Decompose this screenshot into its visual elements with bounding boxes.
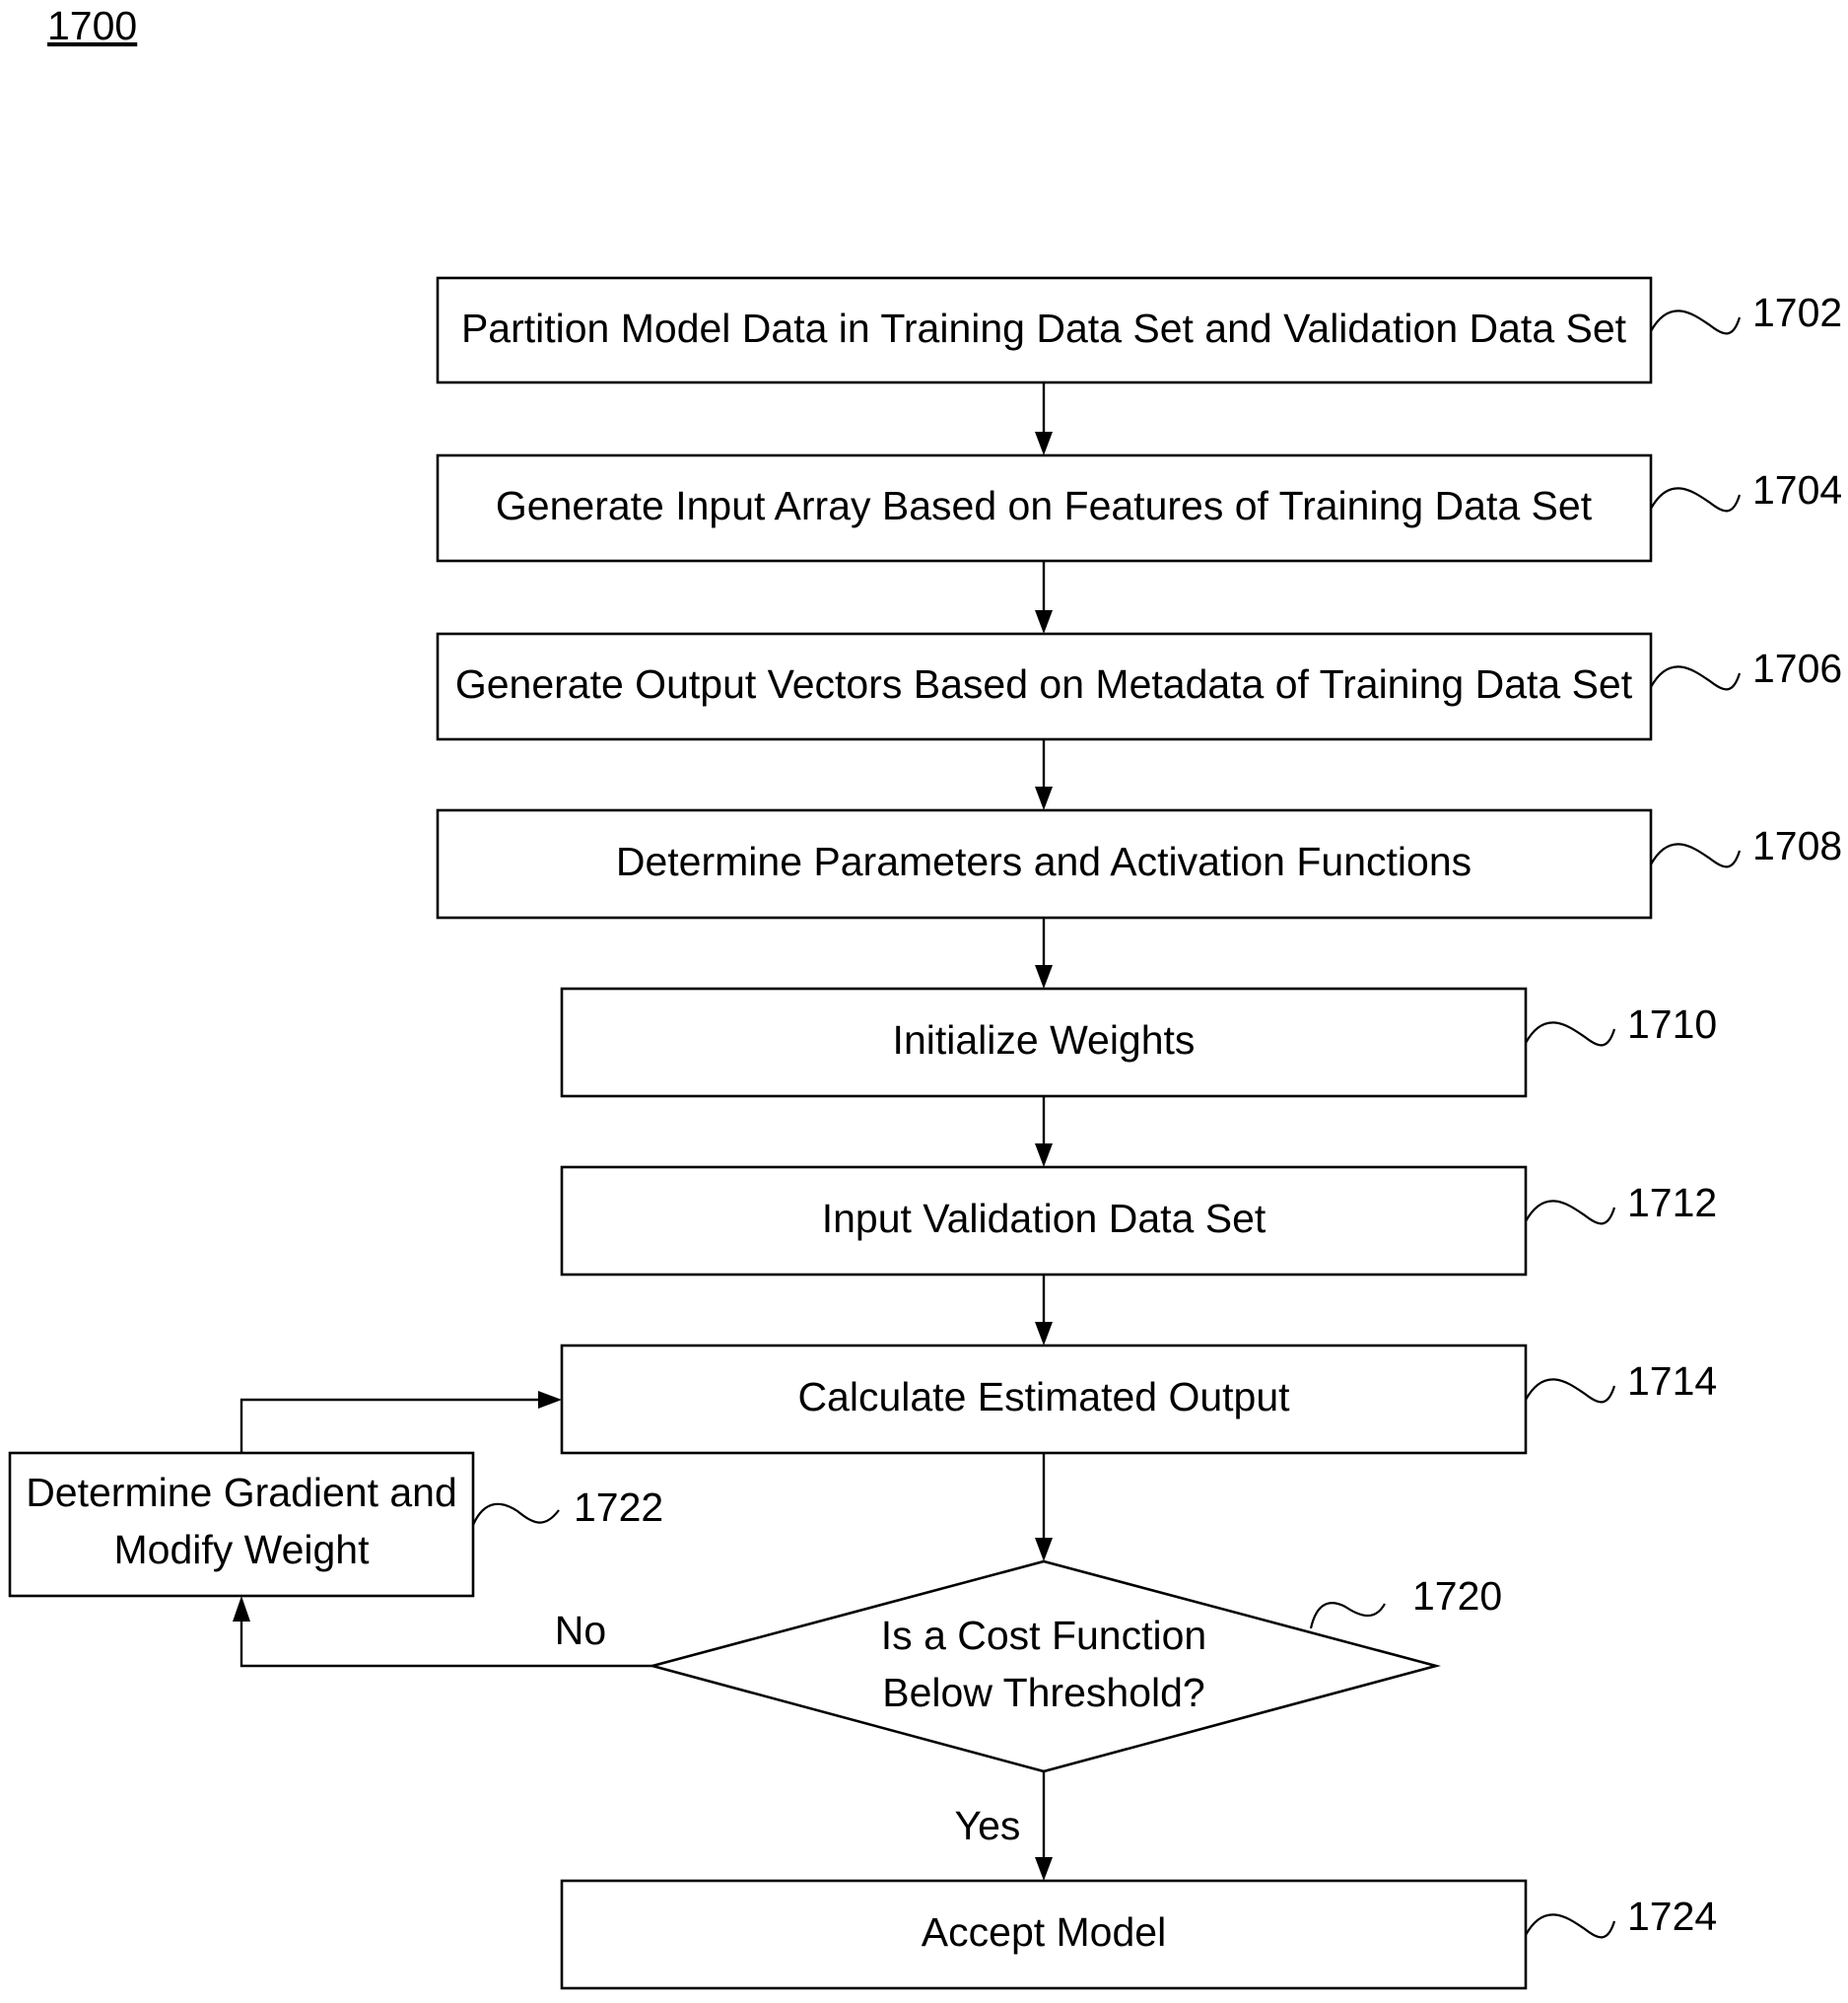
arrow-down-icon <box>1035 1143 1053 1167</box>
step-text: Accept Model <box>922 1909 1166 1955</box>
step-1704: Generate Input Array Based on Features o… <box>436 453 1842 563</box>
step-text: Generate Output Vectors Based on Metadat… <box>455 661 1633 707</box>
arrow-down-icon <box>1035 1857 1053 1881</box>
connector-loop-back <box>240 1398 540 1453</box>
decision-text-line2: Below Threshold? <box>882 1670 1204 1715</box>
reference-number: 1722 <box>574 1485 663 1530</box>
arrow-down-icon <box>1035 1322 1053 1346</box>
step-1724: Accept Model 1724 <box>560 1879 1717 1990</box>
leader-squiggle-icon <box>1525 1200 1616 1225</box>
step-1708: Determine Parameters and Activation Func… <box>436 808 1842 920</box>
leader-squiggle-icon <box>1525 1913 1616 1939</box>
reference-number: 1708 <box>1752 823 1842 868</box>
step-text: Partition Model Data in Training Data Se… <box>461 306 1627 351</box>
arrow-down-icon <box>1035 610 1053 634</box>
step-text: Calculate Estimated Output <box>797 1374 1290 1419</box>
reference-number: 1706 <box>1752 646 1842 691</box>
reference-number: 1702 <box>1752 290 1842 335</box>
yes-label: Yes <box>955 1803 1021 1848</box>
leader-squiggle-icon <box>1650 310 1742 335</box>
step-1722: Determine Gradient and Modify Weight 172… <box>8 1451 663 1598</box>
arrow-down-icon <box>1035 965 1053 989</box>
arrow-down-icon <box>1035 1538 1053 1561</box>
step-text: Determine Parameters and Activation Func… <box>616 839 1472 884</box>
arrow-up-icon <box>233 1596 250 1622</box>
step-1712: Input Validation Data Set 1712 <box>560 1165 1717 1277</box>
step-1710: Initialize Weights 1710 <box>560 987 1717 1098</box>
decision-text-line1: Is a Cost Function <box>881 1613 1206 1658</box>
step-text-line1: Determine Gradient and <box>26 1470 457 1515</box>
reference-number: 1724 <box>1627 1894 1717 1939</box>
step-text: Input Validation Data Set <box>822 1196 1266 1241</box>
leader-squiggle-icon <box>471 1502 560 1526</box>
reference-number: 1712 <box>1627 1180 1717 1225</box>
reference-number: 1714 <box>1627 1358 1717 1404</box>
step-1714: Calculate Estimated Output 1714 <box>560 1344 1717 1455</box>
step-text: Initialize Weights <box>893 1017 1196 1063</box>
leader-squiggle-icon <box>1650 843 1742 868</box>
flowchart: 1700 Partition Model Data in Training Da… <box>8 3 1842 1990</box>
step-text-line2: Modify Weight <box>113 1527 370 1572</box>
figure-number: 1700 <box>47 3 137 48</box>
leader-squiggle-icon <box>1525 1378 1616 1404</box>
leader-squiggle-icon <box>1525 1021 1616 1047</box>
step-1706: Generate Output Vectors Based on Metadat… <box>436 632 1842 741</box>
step-1702: Partition Model Data in Training Data Se… <box>436 276 1842 384</box>
arrow-right-icon <box>538 1391 562 1409</box>
reference-number: 1710 <box>1627 1002 1717 1047</box>
reference-number: 1720 <box>1412 1573 1502 1619</box>
decision-diamond <box>647 1559 1442 1773</box>
no-label: No <box>555 1608 606 1653</box>
step-text: Generate Input Array Based on Features o… <box>496 483 1593 528</box>
leader-squiggle-icon <box>1650 487 1742 513</box>
decision-1720: Is a Cost Function Below Threshold? 1720 <box>647 1559 1502 1773</box>
arrow-down-icon <box>1035 787 1053 810</box>
reference-number: 1704 <box>1752 467 1842 513</box>
leader-squiggle-icon <box>1650 665 1742 691</box>
arrow-down-icon <box>1035 432 1053 455</box>
leader-squiggle-icon <box>1309 1602 1386 1629</box>
